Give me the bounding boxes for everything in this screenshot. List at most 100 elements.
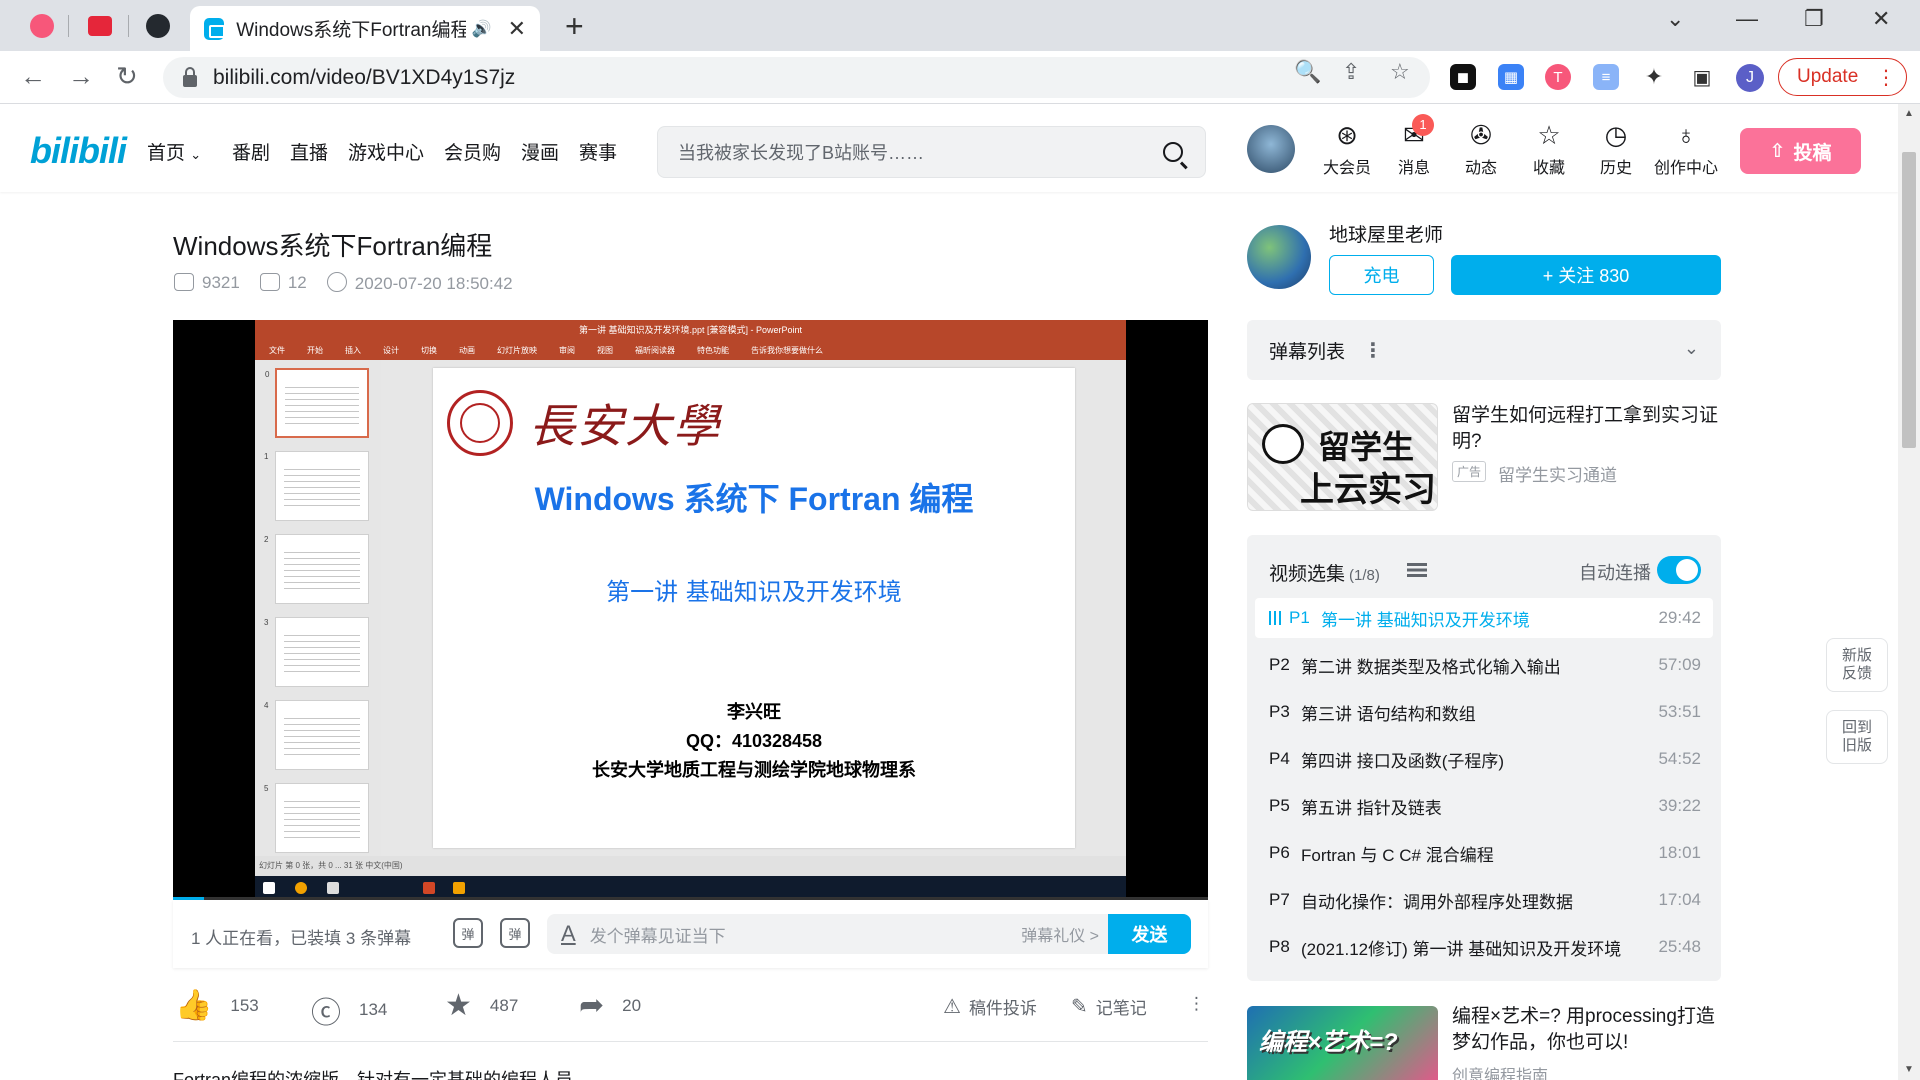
back-to-old-version-button[interactable]: 回到旧版 bbox=[1826, 710, 1888, 764]
header-dynamic[interactable]: ✇ 动态 bbox=[1451, 120, 1511, 178]
bookmark-star-icon[interactable]: ☆ bbox=[1390, 59, 1410, 85]
slide-thumbnails: 0 1 2 3 4 5 bbox=[255, 360, 381, 856]
autoplay-toggle[interactable] bbox=[1657, 556, 1701, 584]
nav-game-center[interactable]: 游戏中心 bbox=[348, 138, 424, 165]
episode-item[interactable]: P8 (2021.12修订) 第一讲 基础知识及开发环境 25:48 bbox=[1255, 927, 1713, 967]
upload-button[interactable]: ⇧ 投稿 bbox=[1740, 128, 1861, 174]
scroll-up-icon[interactable]: ▲ bbox=[1904, 108, 1914, 119]
danmaku-etiquette-link[interactable]: 弹幕礼仪 > bbox=[1021, 922, 1099, 946]
update-button[interactable]: Update ⋮ bbox=[1778, 58, 1907, 96]
extension-icon[interactable]: ▦ bbox=[1498, 64, 1524, 90]
omnibox[interactable]: bilibili.com/video/BV1XD4y1S7jz bbox=[163, 57, 1430, 98]
scrollbar-thumb[interactable] bbox=[1902, 152, 1916, 448]
header-favorites[interactable]: ☆ 收藏 bbox=[1519, 120, 1579, 178]
like-button[interactable]: 👍 153 bbox=[175, 988, 259, 1023]
page-scrollbar[interactable]: ▲ ▼ bbox=[1898, 104, 1920, 1080]
lock-icon[interactable] bbox=[183, 66, 197, 87]
search-icon[interactable] bbox=[1163, 142, 1183, 162]
more-options-icon[interactable]: ⋮ bbox=[1188, 994, 1205, 1014]
send-danmaku-button[interactable]: 发送 bbox=[1108, 914, 1191, 954]
puzzle-icon[interactable]: ✦ bbox=[1641, 64, 1667, 90]
search-bar[interactable]: 当我被家长发现了B站账号…… bbox=[657, 126, 1206, 178]
side-panel-icon[interactable]: ▣ bbox=[1689, 64, 1715, 90]
docs-extension-icon[interactable]: ≡ bbox=[1593, 64, 1619, 90]
video-player[interactable]: 第一讲 基础知识及开发环境.ppt [兼容模式] - PowerPoint 文件… bbox=[173, 320, 1208, 900]
favorite-button[interactable]: ★ 487 bbox=[445, 988, 518, 1023]
font-style-icon[interactable]: A bbox=[561, 921, 576, 947]
episode-item[interactable]: P3 第三讲 语句结构和数组 53:51 bbox=[1255, 692, 1713, 732]
recommend-source[interactable]: 创意编程指南 bbox=[1452, 1062, 1548, 1080]
charge-button[interactable]: 充电 bbox=[1329, 255, 1434, 295]
url-text[interactable]: bilibili.com/video/BV1XD4y1S7jz bbox=[213, 66, 515, 90]
follow-button[interactable]: + 关注 830 bbox=[1451, 255, 1721, 295]
forward-button[interactable]: → bbox=[68, 61, 94, 92]
nav-mall[interactable]: 会员购 bbox=[444, 138, 501, 165]
header-big-member[interactable]: ⊛ 大会员 bbox=[1317, 120, 1377, 178]
new-tab-button[interactable]: + bbox=[565, 8, 584, 45]
pinned-tab-1[interactable] bbox=[20, 6, 64, 46]
close-window-button[interactable]: ✕ bbox=[1872, 6, 1890, 32]
episode-item[interactable]: P2 第二讲 数据类型及格式化输入输出 57:09 bbox=[1255, 645, 1713, 685]
new-version-feedback-button[interactable]: 新版反馈 bbox=[1826, 638, 1888, 692]
slide-thumbnail-content bbox=[284, 630, 360, 674]
zoom-icon[interactable]: 🔍 bbox=[1294, 59, 1321, 85]
nav-esports[interactable]: 赛事 bbox=[579, 138, 617, 165]
user-avatar[interactable] bbox=[1247, 125, 1295, 173]
nav-home[interactable]: 首页 ⌄ bbox=[147, 138, 201, 165]
ad-thumbnail[interactable]: 留学生 上云实习 bbox=[1247, 403, 1438, 511]
danmaku-settings-icon[interactable]: 弹 bbox=[500, 918, 530, 948]
danmaku-toggle-icon[interactable]: 弹 bbox=[453, 918, 483, 948]
scroll-down-icon[interactable]: ▼ bbox=[1904, 1064, 1914, 1075]
ad-source[interactable]: 留学生实习通道 bbox=[1498, 461, 1617, 486]
menu-dots-icon[interactable]: ⋮ bbox=[1876, 65, 1896, 90]
report-button[interactable]: ⚠ 稿件投诉 bbox=[943, 994, 1037, 1019]
search-input[interactable]: 当我被家长发现了B站账号…… bbox=[678, 139, 1163, 165]
pinned-tab-github[interactable] bbox=[136, 6, 180, 46]
close-tab-icon[interactable]: ✕ bbox=[508, 16, 526, 42]
ribbon-tab: 审阅 bbox=[559, 345, 575, 355]
episode-item[interactable]: P4 第四讲 接口及函数(子程序) 54:52 bbox=[1255, 739, 1713, 779]
list-view-icon[interactable] bbox=[1407, 563, 1427, 577]
episode-item[interactable]: P7 自动化操作：调用外部程序处理数据 17:04 bbox=[1255, 880, 1713, 920]
uploader-name[interactable]: 地球屋里老师 bbox=[1329, 220, 1443, 247]
danmaku-input[interactable]: A 发个弹幕见证当下 弹幕礼仪 > bbox=[547, 914, 1113, 954]
slide-thumbnail-number: 2 bbox=[264, 535, 269, 544]
header-creator-center[interactable]: ♁ 创作中心 bbox=[1654, 120, 1718, 178]
publish-date: 2020-07-20 18:50:42 bbox=[326, 272, 513, 294]
now-playing-icon bbox=[1269, 611, 1281, 625]
uploader-avatar[interactable] bbox=[1247, 225, 1311, 289]
extension-icon[interactable]: ◼ bbox=[1450, 64, 1476, 90]
episode-item[interactable]: P1 第一讲 基础知识及开发环境 29:42 bbox=[1255, 598, 1713, 638]
ad-title[interactable]: 留学生如何远程打工拿到实习证明? bbox=[1452, 403, 1722, 455]
reload-button[interactable]: ↻ bbox=[116, 61, 138, 92]
more-vertical-icon[interactable]: ⋮ bbox=[1363, 338, 1383, 363]
episode-item[interactable]: P5 第五讲 指针及链表 39:22 bbox=[1255, 786, 1713, 826]
episode-item[interactable]: P6 Fortran 与 C C# 混合编程 18:01 bbox=[1255, 833, 1713, 873]
share-icon[interactable]: ⇪ bbox=[1342, 59, 1360, 85]
slide-thumbnail: 3 bbox=[264, 617, 369, 687]
ad-image-text-2: 上云实习 bbox=[1300, 471, 1436, 509]
university-name: 長安大學 bbox=[529, 399, 721, 453]
header-history[interactable]: ◷ 历史 bbox=[1586, 120, 1646, 178]
danmaku-list-panel[interactable]: 弹幕列表 ⋮ ⌄ bbox=[1247, 320, 1721, 380]
active-tab[interactable]: Windows系统下Fortran编程 🔊 ✕ bbox=[190, 6, 540, 51]
restore-button[interactable]: ❐ bbox=[1804, 6, 1824, 32]
danmaku-placeholder[interactable]: 发个弹幕见证当下 bbox=[590, 922, 1022, 947]
coin-button[interactable]: ⓒ 134 bbox=[311, 988, 387, 1032]
nav-anime[interactable]: 番剧 bbox=[232, 138, 270, 165]
back-button[interactable]: ← bbox=[20, 61, 46, 92]
pinned-tab-2[interactable] bbox=[78, 6, 122, 46]
notes-button[interactable]: ✎ 记笔记 bbox=[1071, 994, 1147, 1019]
recommend-title[interactable]: 编程×艺术=? 用processing打造梦幻作品，你也可以! bbox=[1452, 1004, 1728, 1056]
nav-live[interactable]: 直播 bbox=[290, 138, 328, 165]
chevron-down-icon[interactable]: ⌄ bbox=[1684, 338, 1699, 359]
profile-avatar[interactable]: J bbox=[1736, 64, 1764, 92]
tab-search-icon[interactable]: ⌄ bbox=[1666, 6, 1684, 32]
extension-icon[interactable]: T bbox=[1545, 64, 1571, 90]
speaker-icon[interactable]: 🔊 bbox=[472, 19, 492, 39]
minimize-button[interactable]: — bbox=[1736, 6, 1758, 32]
bilibili-logo[interactable]: bilibili bbox=[30, 130, 127, 172]
recommend-thumbnail[interactable]: 编程×艺术=? bbox=[1247, 1006, 1438, 1080]
share-button[interactable]: ➦ 20 bbox=[579, 988, 641, 1023]
nav-manga[interactable]: 漫画 bbox=[521, 138, 559, 165]
